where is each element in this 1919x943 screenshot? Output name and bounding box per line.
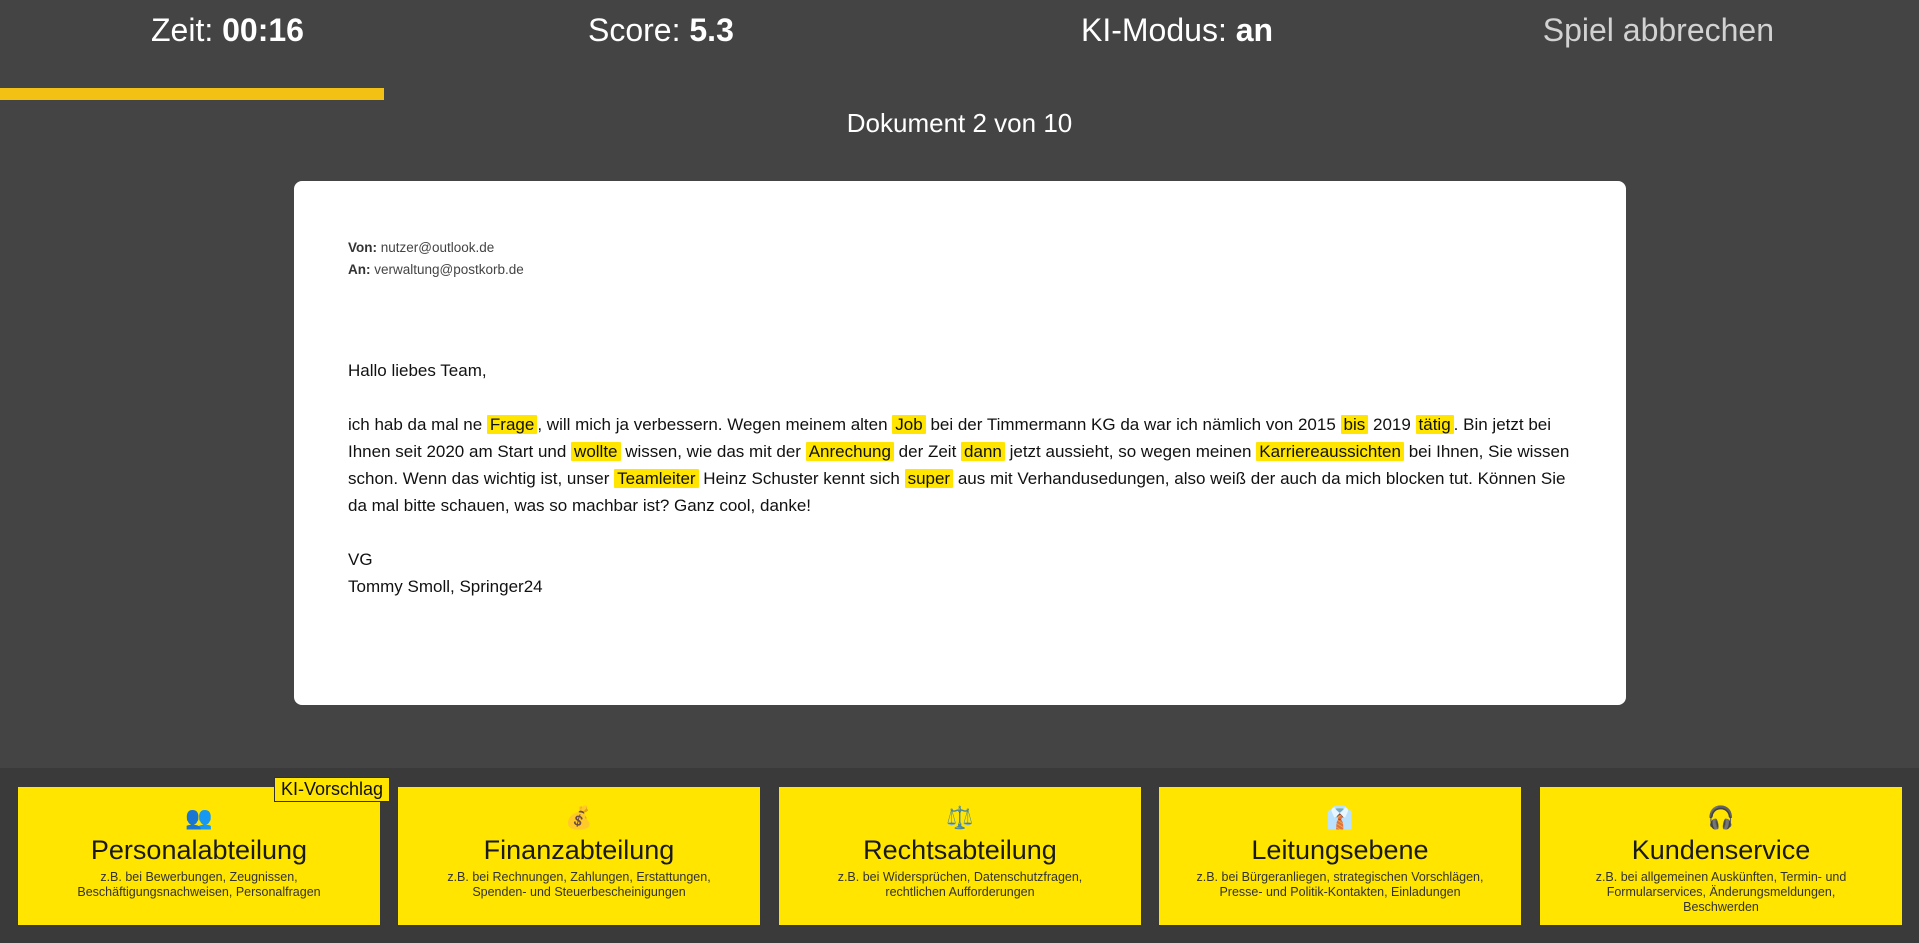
department-button-finanzabteilung[interactable]: 💰 Finanzabteilung z.B. bei Rechnungen, Zah… bbox=[398, 787, 760, 925]
department-bar: 👥 Personalabteilung z.B. bei Bewerbungen, … bbox=[0, 768, 1919, 943]
ai-mode-label: KI-Modus: bbox=[1081, 12, 1236, 48]
from-value: nutzer@outlook.de bbox=[377, 240, 495, 255]
timer: Zeit: 00:16 bbox=[151, 12, 304, 49]
to-value: verwaltung@postkorb.de bbox=[370, 262, 524, 277]
department-button-personalabteilung[interactable]: 👥 Personalabteilung z.B. bei Bewerbungen, … bbox=[18, 787, 380, 925]
email-to: An: verwaltung@postkorb.de bbox=[348, 259, 1572, 281]
highlighted-word: wollte bbox=[571, 442, 621, 461]
top-bar: Zeit: 00:16 Score: 5.3 KI-Modus: an Spie… bbox=[0, 0, 1919, 68]
document-card: Von: nutzer@outlook.de An: verwaltung@po… bbox=[294, 181, 1626, 705]
highlighted-word: Karriereaussichten bbox=[1256, 442, 1404, 461]
email-from: Von: nutzer@outlook.de bbox=[348, 237, 1572, 259]
ai-mode-value: an bbox=[1235, 12, 1274, 48]
quit-game-button[interactable]: Spiel abbrechen bbox=[1543, 12, 1774, 49]
department-description: z.B. bei Bürgeranliegen, strategischen V… bbox=[1196, 870, 1484, 899]
document-counter: Dokument 2 von 10 bbox=[846, 108, 1073, 138]
email-signature: Tommy Smoll, Springer24 bbox=[348, 577, 543, 596]
timer-value: 00:16 bbox=[222, 12, 304, 48]
highlighted-word: Job bbox=[892, 415, 926, 434]
email-body: Hallo liebes Team, ich hab da mal ne Fra… bbox=[348, 357, 1572, 600]
email-closing: VG bbox=[348, 550, 373, 569]
department-description: z.B. bei Rechnungen, Zahlungen, Erstattu… bbox=[447, 870, 711, 899]
from-label: Von: bbox=[348, 240, 377, 255]
email-message: ich hab da mal ne Frage, will mich ja ve… bbox=[348, 415, 1570, 515]
score-label: Score: bbox=[588, 12, 690, 48]
highlighted-word: super bbox=[904, 469, 954, 488]
score: Score: 5.3 bbox=[588, 12, 734, 49]
department-name: Kundenservice bbox=[1631, 835, 1811, 865]
timer-label: Zeit: bbox=[151, 12, 223, 48]
ai-mode: KI-Modus: an bbox=[1081, 12, 1273, 49]
headphones-icon: 🎧 bbox=[1707, 805, 1735, 830]
highlighted-word: Anrechung bbox=[805, 442, 894, 461]
email-greeting: Hallo liebes Team, bbox=[348, 361, 487, 380]
people-icon: 👥 bbox=[185, 805, 213, 830]
highlighted-word: Frage bbox=[486, 415, 538, 434]
highlighted-word: dann bbox=[961, 442, 1005, 461]
department-name: Rechtsabteilung bbox=[863, 835, 1057, 865]
department-name: Personalabteilung bbox=[90, 835, 308, 865]
necktie-icon: 👔 bbox=[1326, 805, 1354, 830]
scales-icon: ⚖️ bbox=[946, 805, 974, 830]
department-button-leitungsebene[interactable]: 👔 Leitungsebene z.B. bei Bürgeranliegen, s… bbox=[1159, 787, 1521, 925]
department-button-kundenservice[interactable]: 🎧 Kundenservice z.B. bei allgemeinen Auskü… bbox=[1540, 787, 1902, 925]
department-name: Finanzabteilung bbox=[483, 835, 675, 865]
department-description: z.B. bei allgemeinen Auskünften, Termin-… bbox=[1595, 870, 1847, 914]
ai-suggestion-badge: KI-Vorschlag bbox=[274, 777, 391, 802]
department-button-rechtsabteilung[interactable]: ⚖️ Rechtsabteilung z.B. bei Widersprüchen,… bbox=[779, 787, 1141, 925]
email-header: Von: nutzer@outlook.de An: verwaltung@po… bbox=[348, 237, 1572, 281]
highlighted-word: bis bbox=[1340, 415, 1369, 434]
highlighted-word: tätig bbox=[1415, 415, 1454, 434]
highlighted-word: Teamleiter bbox=[614, 469, 699, 488]
score-value: 5.3 bbox=[689, 12, 734, 48]
progress-bar bbox=[0, 88, 384, 100]
money-bag-icon: 💰 bbox=[565, 805, 593, 830]
department-name: Leitungsebene bbox=[1251, 835, 1429, 865]
to-label: An: bbox=[348, 262, 371, 277]
department-description: z.B. bei Widersprüchen, Datenschutzfrage… bbox=[837, 870, 1083, 899]
department-description: z.B. bei Bewerbungen, Zeugnissen, Beschä… bbox=[77, 870, 321, 899]
